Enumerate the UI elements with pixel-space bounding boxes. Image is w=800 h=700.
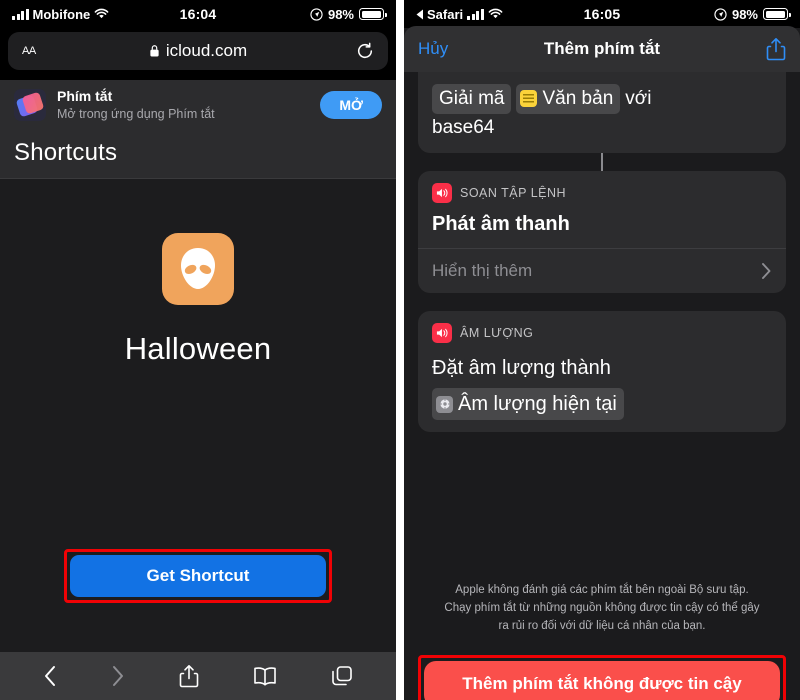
battery-icon: [763, 8, 791, 20]
current-volume-token[interactable]: Âm lượng hiện tại: [432, 388, 624, 421]
action-card-volume[interactable]: ÂM LƯỢNG Đặt âm lượng thành Âm lượng hiệ…: [418, 311, 786, 433]
left-status-bar: Mobifone 16:04 98%: [0, 0, 396, 28]
show-more-label: Hiển thị thêm: [432, 261, 533, 281]
sheet-nav-bar: Hủy Thêm phím tắt: [404, 26, 800, 72]
sheet-title: Thêm phím tắt: [543, 39, 661, 58]
action-token-line: Âm lượng hiện tại: [432, 388, 772, 421]
banner-title: Phím tắt: [57, 88, 113, 105]
left-phone-screen: Mobifone 16:04 98% AA icloud.com Phím tắ…: [0, 0, 396, 700]
share-icon[interactable]: [766, 37, 786, 61]
action-title: Đặt âm lượng thành: [432, 357, 611, 380]
text-document-icon: [520, 90, 538, 108]
safari-url-bar-container: AA icloud.com: [0, 28, 396, 80]
url-text: icloud.com: [165, 41, 248, 60]
safari-toolbar: [0, 652, 396, 700]
action-prefix-token: Giải mã: [432, 84, 512, 114]
action-second-line: base64: [432, 114, 772, 142]
open-app-button[interactable]: MỞ: [320, 91, 382, 119]
speaker-icon: [432, 183, 452, 204]
chevron-left-icon[interactable]: [43, 665, 57, 687]
panel-divider: [396, 0, 404, 700]
token-label: Văn bản: [542, 88, 614, 109]
shortcut-actions-sheet: Giải mã Văn bản với base64 SOẠN TẬP LỆNH…: [404, 72, 800, 700]
shortcuts-app-icon: [14, 89, 46, 121]
text-variable-token[interactable]: Văn bản: [516, 84, 621, 114]
token-label: Âm lượng hiện tại: [458, 393, 617, 416]
battery-icon: [359, 8, 387, 20]
card-category-label: ÂM LƯỢNG: [460, 326, 534, 341]
battery-percent: 98%: [731, 6, 758, 22]
battery-percent: 98%: [327, 6, 354, 22]
location-arrow-icon: [310, 7, 323, 21]
action-title: Phát âm thanh: [432, 213, 570, 236]
comparison-screenshot: Mobifone 16:04 98% AA icloud.com Phím tắ…: [0, 0, 800, 700]
action-card-play-sound[interactable]: SOẠN TẬP LỆNH Phát âm thanh Hiển thị thê…: [418, 171, 786, 294]
annotation-box-get-shortcut: Get Shortcut: [64, 549, 332, 603]
lock-icon: [150, 45, 159, 57]
right-phone-screen: Safari 16:05 98% Hủy Thêm phím tắt Giải …: [404, 0, 800, 700]
annotation-box-add-shortcut: Thêm phím tắt không được tin cậy: [418, 655, 786, 700]
speaker-icon: [432, 323, 452, 344]
get-shortcut-zone: Get Shortcut: [0, 539, 396, 603]
action-line: Giải mã Văn bản với: [432, 84, 772, 114]
action-suffix: với: [625, 88, 652, 109]
location-arrow-icon: [714, 7, 727, 21]
add-untrusted-shortcut-button[interactable]: Thêm phím tắt không được tin cậy: [424, 661, 780, 700]
page-header: Shortcuts: [0, 130, 396, 179]
disclaimer-line-1: Apple không đánh giá các phím tắt bên ng…: [455, 584, 749, 596]
tabs-icon[interactable]: [331, 665, 353, 687]
gear-icon: [436, 395, 453, 413]
shortcut-preview: Halloween: [0, 179, 396, 539]
status-right-group: 98%: [714, 6, 791, 22]
shortcut-name: Halloween: [124, 331, 272, 366]
url-display[interactable]: icloud.com: [8, 41, 388, 61]
share-icon[interactable]: [179, 664, 199, 688]
trust-disclaimer: Apple không đánh giá các phím tắt bên ng…: [432, 582, 772, 635]
card-category-label: SOẠN TẬP LỆNH: [460, 186, 567, 201]
page-title: Shortcuts: [14, 139, 118, 166]
chevron-right-icon: [762, 263, 771, 280]
book-icon[interactable]: [253, 666, 277, 686]
encoding-label: base64: [432, 116, 495, 138]
action-card-decode[interactable]: Giải mã Văn bản với base64: [418, 72, 786, 154]
status-right-group: 98%: [310, 6, 387, 22]
disclaimer-line-3: ra rủi ro đối với dữ liệu cá nhân của bạ…: [498, 619, 706, 632]
get-shortcut-button[interactable]: Get Shortcut: [70, 555, 326, 597]
action-connector: [601, 153, 603, 172]
chevron-right-icon[interactable]: [111, 665, 125, 687]
disclaimer-line-2: Chạy phím tắt từ những nguồn không được …: [444, 601, 760, 614]
safari-url-bar[interactable]: AA icloud.com: [8, 32, 388, 70]
reload-icon[interactable]: [356, 42, 374, 60]
banner-subtitle: Mở trong ứng dụng Phím tắt: [57, 106, 215, 121]
card-header: SOẠN TẬP LỆNH: [432, 183, 772, 204]
card-gap: [418, 293, 786, 311]
annotation-border: Thêm phím tắt không được tin cậy: [418, 655, 786, 700]
smart-app-banner[interactable]: Phím tắt Mở trong ứng dụng Phím tắt MỞ: [0, 80, 396, 130]
alien-head-icon: [162, 233, 234, 305]
right-status-bar: Safari 16:05 98%: [404, 0, 800, 28]
show-more-row[interactable]: Hiển thị thêm: [432, 249, 772, 281]
banner-text-group: Phím tắt Mở trong ứng dụng Phím tắt: [57, 88, 309, 122]
card-header: ÂM LƯỢNG: [432, 323, 772, 344]
